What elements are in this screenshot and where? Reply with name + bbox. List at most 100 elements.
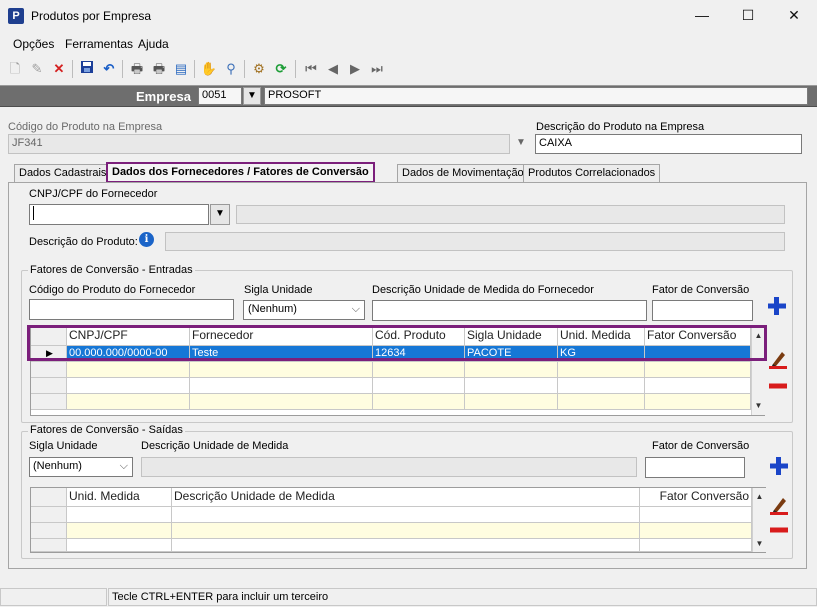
descricao-produto-field[interactable]: CAIXA — [535, 134, 802, 154]
empty-cell[interactable] — [465, 378, 558, 394]
menu-ajuda[interactable]: Ajuda — [138, 37, 169, 51]
fator-conversao-saida-field[interactable] — [645, 457, 745, 478]
info-icon[interactable]: i — [139, 232, 154, 247]
save-disk-icon[interactable] — [78, 60, 96, 78]
maximize-button[interactable]: ☐ — [725, 0, 771, 32]
codigo-produto-field: JF341 — [8, 134, 510, 154]
empty-cell[interactable] — [558, 394, 645, 410]
col-header-unid-medida[interactable]: Unid. Medida — [67, 488, 172, 507]
sigla-unidade-saida-select[interactable]: (Nenhum) ⌵ — [29, 457, 133, 477]
empty-cell[interactable] — [67, 394, 190, 410]
table-row[interactable] — [31, 378, 751, 394]
settings-icon[interactable]: ⚙ — [250, 60, 268, 78]
tab-dados-fornecedores[interactable]: Dados dos Fornecedores / Fatores de Conv… — [106, 162, 375, 183]
delete-x-icon[interactable]: ✕ — [50, 60, 68, 78]
empty-cell[interactable] — [172, 523, 640, 539]
empty-cell[interactable] — [172, 507, 640, 523]
fornecedor-nome-field — [236, 205, 785, 224]
close-button[interactable]: ✕ — [771, 0, 817, 32]
empresa-code-field[interactable]: 0051 — [198, 87, 242, 105]
undo-icon[interactable]: ↶ — [100, 60, 118, 78]
scroll-up-icon[interactable]: ▲ — [753, 490, 766, 504]
export-icon[interactable]: ▤ — [172, 60, 190, 78]
fator-conversao-label: Fator de Conversão — [652, 284, 750, 296]
fator-conversao-field[interactable] — [652, 300, 753, 321]
edit-entrada-button[interactable] — [767, 349, 789, 371]
col-header-fator-conversao[interactable]: Fator Conversão — [640, 488, 752, 507]
codigo-fornecedor-field[interactable] — [29, 299, 234, 320]
tab-dados-cadastrais[interactable]: Dados Cadastrais — [14, 164, 112, 183]
add-saida-button[interactable] — [768, 455, 790, 477]
first-record-icon[interactable]: ⏮ — [302, 60, 320, 78]
descricao-unidade-fornecedor-field[interactable] — [372, 300, 647, 321]
new-document-icon[interactable]: 🗋 — [6, 60, 24, 78]
table-row[interactable] — [31, 394, 751, 410]
scroll-down-icon[interactable]: ▼ — [752, 399, 765, 413]
empty-cell[interactable] — [465, 362, 558, 378]
empty-cell[interactable] — [645, 394, 751, 410]
pencil-icon — [769, 352, 787, 369]
empty-cell[interactable] — [373, 362, 465, 378]
window-title: Produtos por Empresa — [31, 9, 152, 23]
empty-cell[interactable] — [190, 378, 373, 394]
empty-cell[interactable] — [640, 539, 752, 552]
empty-cell[interactable] — [373, 378, 465, 394]
empty-cell[interactable] — [190, 394, 373, 410]
empty-cell[interactable] — [67, 507, 172, 523]
cnpj-fornecedor-field[interactable] — [29, 204, 209, 225]
print-icon[interactable]: 🖶 — [128, 60, 146, 78]
status-bar: Tecle CTRL+ENTER para incluir um terceir… — [0, 587, 817, 607]
hand-icon[interactable]: ✋ — [200, 60, 218, 78]
empty-cell[interactable] — [67, 523, 172, 539]
table-row[interactable] — [31, 507, 752, 523]
empty-cell[interactable] — [67, 362, 190, 378]
empty-cell[interactable] — [558, 362, 645, 378]
status-hint: Tecle CTRL+ENTER para incluir um terceir… — [108, 588, 817, 606]
print-preview-icon[interactable]: 🖶 — [150, 60, 168, 78]
previous-record-icon[interactable]: ◀ — [324, 60, 342, 78]
last-record-icon[interactable]: ⏭ — [368, 60, 386, 78]
saidas-scrollbar[interactable]: ▲ ▼ — [752, 488, 766, 552]
add-entrada-button[interactable] — [766, 295, 788, 317]
saidas-title: Fatores de Conversão - Saídas — [28, 424, 185, 436]
minimize-button[interactable]: — — [679, 0, 725, 32]
next-record-icon[interactable]: ▶ — [346, 60, 364, 78]
empresa-dropdown-icon[interactable]: ▼ — [243, 87, 261, 105]
empty-cell[interactable] — [640, 523, 752, 539]
empty-cell[interactable] — [67, 378, 190, 394]
empresa-bar: Empresa 0051 ▼ PROSOFT — [0, 85, 817, 107]
empty-cell[interactable] — [190, 362, 373, 378]
remove-entrada-button[interactable] — [767, 375, 789, 397]
col-header-descricao-unidade[interactable]: Descrição Unidade de Medida — [172, 488, 640, 507]
empresa-name-field: PROSOFT — [264, 87, 808, 105]
tab-dados-movimentacao[interactable]: Dados de Movimentação — [397, 164, 529, 183]
empty-cell[interactable] — [465, 394, 558, 410]
table-row[interactable] — [31, 523, 752, 539]
table-row[interactable] — [31, 362, 751, 378]
tab-produtos-correlacionados[interactable]: Produtos Correlacionados — [523, 164, 661, 183]
toolbar-separator — [122, 60, 123, 78]
empty-cell[interactable] — [172, 539, 640, 552]
remove-saida-button[interactable] — [768, 519, 790, 541]
refresh-icon[interactable]: ⟳ — [272, 60, 290, 78]
scroll-down-icon[interactable]: ▼ — [753, 537, 766, 551]
plus-icon — [770, 457, 788, 475]
empty-cell[interactable] — [645, 362, 751, 378]
search-magnifier-icon[interactable]: ⚲ — [222, 60, 240, 78]
menu-opcoes[interactable]: Opções — [13, 37, 54, 51]
table-row[interactable] — [31, 539, 752, 552]
empty-cell[interactable] — [67, 539, 172, 552]
empty-cell[interactable] — [373, 394, 465, 410]
codigo-dropdown-icon[interactable]: ▼ — [512, 134, 530, 154]
sigla-unidade-saida-label: Sigla Unidade — [29, 440, 98, 452]
cnpj-dropdown-icon[interactable]: ▼ — [210, 204, 230, 225]
empty-cell[interactable] — [645, 378, 751, 394]
edit-pencil-icon[interactable]: ✎ — [28, 60, 46, 78]
grid-header-row: Unid. Medida Descrição Unidade de Medida… — [31, 488, 752, 507]
empty-cell[interactable] — [640, 507, 752, 523]
menu-ferramentas[interactable]: Ferramentas — [65, 37, 133, 51]
edit-saida-button[interactable] — [768, 495, 790, 517]
empty-cell[interactable] — [558, 378, 645, 394]
sigla-unidade-label: Sigla Unidade — [244, 284, 313, 296]
sigla-unidade-select[interactable]: (Nenhum) ⌵ — [243, 300, 365, 320]
